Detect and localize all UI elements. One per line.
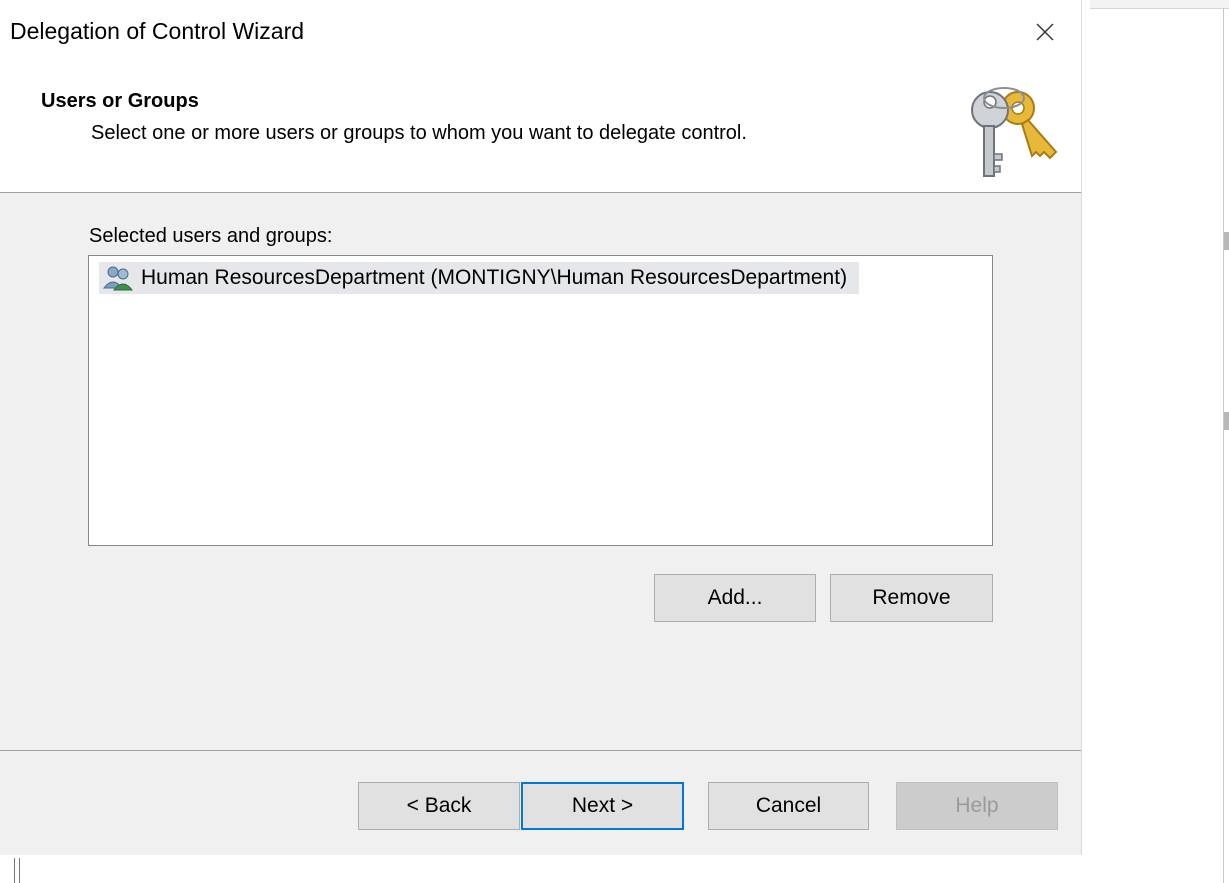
window-title: Delegation of Control Wizard bbox=[10, 18, 305, 44]
screen: Delegation of Control Wizard Users or Gr… bbox=[0, 0, 1229, 883]
delegation-wizard-dialog: Delegation of Control Wizard Users or Gr… bbox=[0, 0, 1082, 855]
cancel-button[interactable]: Cancel bbox=[708, 782, 869, 830]
title-bar: Delegation of Control Wizard bbox=[0, 0, 1081, 64]
wizard-header: Users or Groups Select one or more users… bbox=[0, 64, 1081, 193]
background-window bbox=[1082, 0, 1229, 883]
list-item[interactable]: Human ResourcesDepartment (MONTIGNY\Huma… bbox=[99, 262, 860, 294]
keys-icon bbox=[971, 87, 1058, 177]
remove-button[interactable]: Remove bbox=[830, 574, 993, 622]
group-icon bbox=[102, 266, 134, 291]
footer-divider bbox=[0, 750, 1081, 751]
background-window-marker bbox=[1224, 412, 1229, 430]
help-button[interactable]: Help bbox=[896, 782, 1058, 830]
close-button[interactable] bbox=[1022, 12, 1068, 52]
page-title: Users or Groups bbox=[41, 90, 199, 112]
background-window-toolbar bbox=[1090, 0, 1229, 9]
background-window-border bbox=[1223, 8, 1224, 883]
list-item-label: Human ResourcesDepartment (MONTIGNY\Huma… bbox=[141, 266, 848, 289]
back-button[interactable]: < Back bbox=[358, 782, 520, 830]
page-subtitle: Select one or more users or groups to wh… bbox=[91, 122, 747, 144]
background-splitter-handle[interactable] bbox=[12, 858, 24, 883]
add-button[interactable]: Add... bbox=[654, 574, 816, 622]
selected-users-listbox[interactable]: Human ResourcesDepartment (MONTIGNY\Huma… bbox=[88, 255, 993, 546]
close-icon bbox=[1036, 23, 1054, 41]
next-button[interactable]: Next > bbox=[521, 782, 684, 830]
background-window-marker bbox=[1224, 232, 1229, 250]
selected-users-label: Selected users and groups: bbox=[89, 225, 333, 247]
